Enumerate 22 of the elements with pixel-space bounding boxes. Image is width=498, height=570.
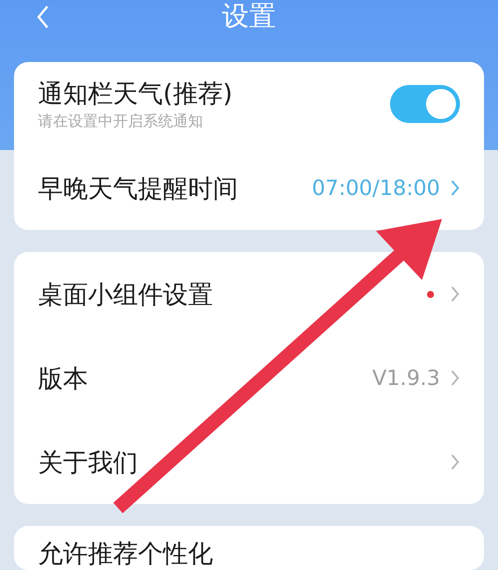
chevron-icon <box>450 285 460 303</box>
settings-row[interactable]: 关于我们 <box>14 420 484 504</box>
settings-row[interactable]: 早晚天气提醒时间 07:00/18:00 <box>14 146 484 230</box>
page-title: 设置 <box>222 0 276 34</box>
settings-row[interactable]: 桌面小组件设置 <box>14 252 484 336</box>
row-label: 桌面小组件设置 <box>38 278 214 310</box>
back-icon[interactable] <box>36 4 50 30</box>
chevron-icon <box>450 369 460 387</box>
row-label: 允许推荐个性化 <box>38 538 214 570</box>
settings-row[interactable]: 版本 V1.9.3 <box>14 336 484 420</box>
chevron-icon <box>450 453 460 471</box>
row-value: 07:00/18:00 <box>312 176 440 200</box>
settings-row[interactable]: 允许推荐个性化 <box>14 526 484 570</box>
row-label: 通知栏天气(推荐) <box>38 78 234 110</box>
row-label: 版本 <box>38 362 89 394</box>
row-label: 早晚天气提醒时间 <box>38 172 239 204</box>
toggle-switch[interactable] <box>390 85 460 123</box>
row-value: V1.9.3 <box>372 366 440 390</box>
chevron-icon <box>450 179 460 197</box>
row-label: 关于我们 <box>38 446 139 478</box>
row-hint: 请在设置中开启系统通知 <box>38 112 204 131</box>
settings-row[interactable]: 通知栏天气(推荐) 请在设置中开启系统通知 <box>14 62 484 146</box>
